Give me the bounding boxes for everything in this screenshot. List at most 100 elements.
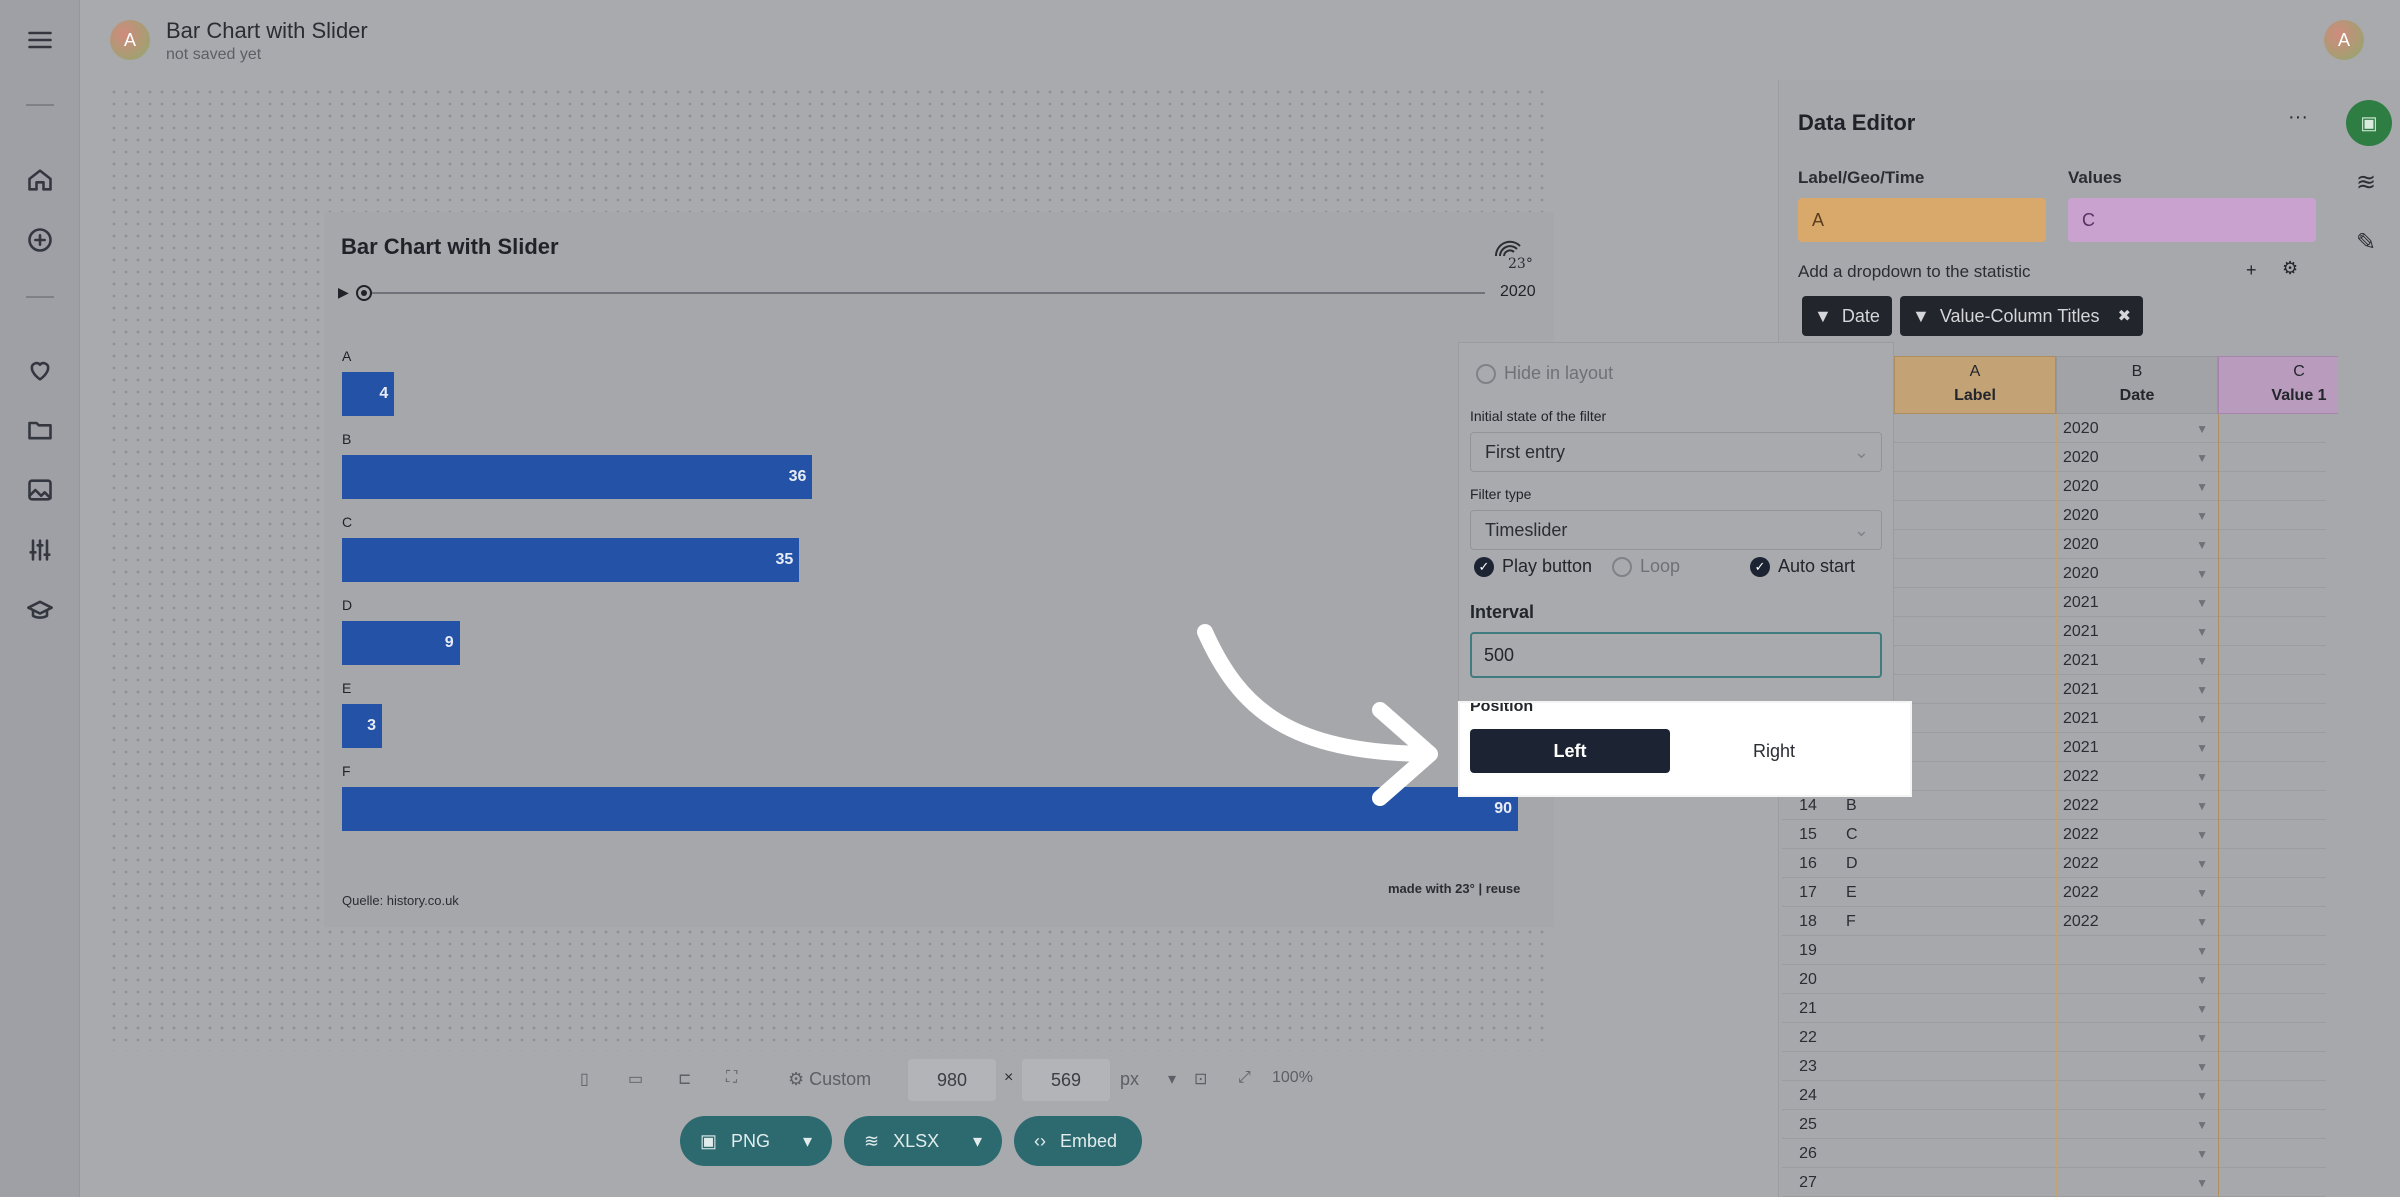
chevron-down-icon[interactable]: ▼ <box>2196 1002 2208 1016</box>
table-row[interactable]: 18F2022▼10 <box>1782 907 2380 936</box>
chevron-down-icon[interactable]: ▼ <box>2196 741 2208 755</box>
date-cell[interactable]: 2022 ▼ <box>2056 791 2218 820</box>
filter-chip-date[interactable]: ▼ Date <box>1802 296 1892 336</box>
height-input[interactable]: 569 <box>1022 1059 1110 1101</box>
table-row[interactable]: 27 ▼ <box>1782 1168 2380 1197</box>
position-right-button[interactable]: Right <box>1674 729 1874 773</box>
column-b-header[interactable]: B Date <box>2056 356 2218 414</box>
date-cell[interactable]: ▼ <box>2056 936 2218 965</box>
loop-checkbox[interactable]: Loop <box>1612 556 1680 577</box>
graduation-icon[interactable] <box>22 592 58 628</box>
label-cell[interactable] <box>1842 1023 2052 1052</box>
database-icon[interactable]: ≋ <box>2356 168 2376 197</box>
more-icon[interactable]: ··· <box>2288 106 2308 129</box>
table-row[interactable]: 21 ▼ <box>1782 994 2380 1023</box>
label-cell[interactable]: C <box>1842 820 2052 849</box>
chevron-down-icon[interactable]: ▼ <box>2196 1060 2208 1074</box>
row-number[interactable]: 18 <box>1782 907 1834 936</box>
phone-icon[interactable]: ▯ <box>580 1069 589 1089</box>
user-avatar[interactable]: A <box>2324 20 2364 60</box>
date-cell[interactable]: 2022 ▼ <box>2056 849 2218 878</box>
time-slider-track[interactable] <box>363 292 1485 294</box>
label-cell[interactable] <box>1842 994 2052 1023</box>
chevron-down-icon[interactable]: ▾ <box>1168 1069 1176 1089</box>
auto-start-checkbox[interactable]: ✓ Auto start <box>1750 556 1855 577</box>
chevron-down-icon[interactable]: ▼ <box>2196 596 2208 610</box>
row-number[interactable]: 22 <box>1782 1023 1834 1052</box>
lock-icon[interactable]: ⊡ <box>1194 1069 1207 1089</box>
chevron-down-icon[interactable]: ▼ <box>2196 915 2208 929</box>
row-number[interactable]: 23 <box>1782 1052 1834 1081</box>
fullscreen-icon[interactable]: ⛶ <box>726 1069 737 1087</box>
chevron-down-icon[interactable]: ▼ <box>2196 1089 2208 1103</box>
date-cell[interactable]: ▼ <box>2056 965 2218 994</box>
chevron-down-icon[interactable]: ▼ <box>2196 654 2208 668</box>
chevron-down-icon[interactable]: ▼ <box>2196 538 2208 552</box>
label-cell[interactable]: D <box>1842 849 2052 878</box>
embed-button[interactable]: ‹› Embed <box>1014 1116 1142 1166</box>
table-row[interactable]: 15C2022▼63 <box>1782 820 2380 849</box>
chevron-down-icon[interactable]: ▼ <box>2196 973 2208 987</box>
label-cell[interactable]: E <box>1842 878 2052 907</box>
date-cell[interactable]: 2021 ▼ <box>2056 733 2218 762</box>
laptop-icon[interactable]: ⊏ <box>678 1069 691 1089</box>
date-cell[interactable]: ▼ <box>2056 1052 2218 1081</box>
chevron-down-icon[interactable]: ▼ <box>2196 683 2208 697</box>
label-cell[interactable] <box>1842 1081 2052 1110</box>
date-cell[interactable]: 2020 ▼ <box>2056 530 2218 559</box>
date-cell[interactable]: 2022 ▼ <box>2056 907 2218 936</box>
filter-type-select[interactable]: Timeslider ⌄ <box>1470 510 1882 550</box>
chevron-down-icon[interactable]: ▼ <box>2196 509 2208 523</box>
chevron-down-icon[interactable]: ▼ <box>2196 480 2208 494</box>
table-row[interactable]: 17E2022▼49 <box>1782 878 2380 907</box>
date-cell[interactable]: 2020 ▼ <box>2056 472 2218 501</box>
filter-chip-value-columns[interactable]: ▼ Value-Column Titles ✖ <box>1900 296 2143 336</box>
menu-icon[interactable] <box>22 22 58 58</box>
date-cell[interactable]: ▼ <box>2056 1023 2218 1052</box>
table-row[interactable]: 14B2022▼39 <box>1782 791 2380 820</box>
table-row[interactable]: 24 ▼ <box>1782 1081 2380 1110</box>
chevron-down-icon[interactable]: ▼ <box>2196 1031 2208 1045</box>
label-cell[interactable]: B <box>1842 791 2052 820</box>
date-cell[interactable]: 2021 ▼ <box>2056 675 2218 704</box>
row-number[interactable]: 14 <box>1782 791 1834 820</box>
page-title[interactable]: Bar Chart with Slider <box>166 18 368 44</box>
time-slider-handle[interactable] <box>356 285 372 301</box>
date-cell[interactable]: ▼ <box>2056 994 2218 1023</box>
chevron-down-icon[interactable]: ▼ <box>2196 712 2208 726</box>
play-icon[interactable]: ▶ <box>338 284 349 301</box>
label-cell[interactable]: F <box>1842 907 2052 936</box>
label-cell[interactable] <box>1842 1110 2052 1139</box>
chevron-down-icon[interactable]: ▼ <box>2196 886 2208 900</box>
label-cell[interactable] <box>1842 965 2052 994</box>
date-cell[interactable]: 2020 ▼ <box>2056 559 2218 588</box>
add-icon[interactable]: + <box>2246 260 2257 281</box>
bar-E[interactable]: 3 <box>342 704 382 748</box>
table-row[interactable]: 25 ▼ <box>1782 1110 2380 1139</box>
row-number[interactable]: 21 <box>1782 994 1834 1023</box>
date-cell[interactable]: ▼ <box>2056 1139 2218 1168</box>
initial-state-select[interactable]: First entry ⌄ <box>1470 432 1882 472</box>
date-cell[interactable]: 2020 ▼ <box>2056 414 2218 443</box>
table-row[interactable]: 16D2022▼5 <box>1782 849 2380 878</box>
export-xlsx-button[interactable]: ≋ XLSX ▾ <box>844 1116 1002 1166</box>
heart-icon[interactable] <box>22 352 58 388</box>
date-cell[interactable]: ▼ <box>2056 1110 2218 1139</box>
made-with-credit[interactable]: made with 23° | reuse <box>1388 881 1520 896</box>
column-a-header[interactable]: A Label <box>1894 356 2056 414</box>
label-cell[interactable] <box>1842 1168 2052 1197</box>
values-column-field[interactable]: C <box>2068 198 2316 242</box>
date-cell[interactable]: 2021 ▼ <box>2056 588 2218 617</box>
chevron-down-icon[interactable]: ▼ <box>2196 828 2208 842</box>
date-cell[interactable]: 2021 ▼ <box>2056 704 2218 733</box>
row-number[interactable]: 15 <box>1782 820 1834 849</box>
chevron-down-icon[interactable]: ▼ <box>2196 1118 2208 1132</box>
row-number[interactable]: 17 <box>1782 878 1834 907</box>
play-button-checkbox[interactable]: ✓ Play button <box>1474 556 1592 577</box>
chevron-down-icon[interactable]: ▼ <box>2196 451 2208 465</box>
chevron-down-icon[interactable]: ▾ <box>803 1131 812 1152</box>
chevron-down-icon[interactable]: ▼ <box>2196 1176 2208 1190</box>
folder-icon[interactable] <box>22 412 58 448</box>
chevron-down-icon[interactable]: ▾ <box>973 1131 982 1152</box>
date-cell[interactable]: 2020 ▼ <box>2056 443 2218 472</box>
